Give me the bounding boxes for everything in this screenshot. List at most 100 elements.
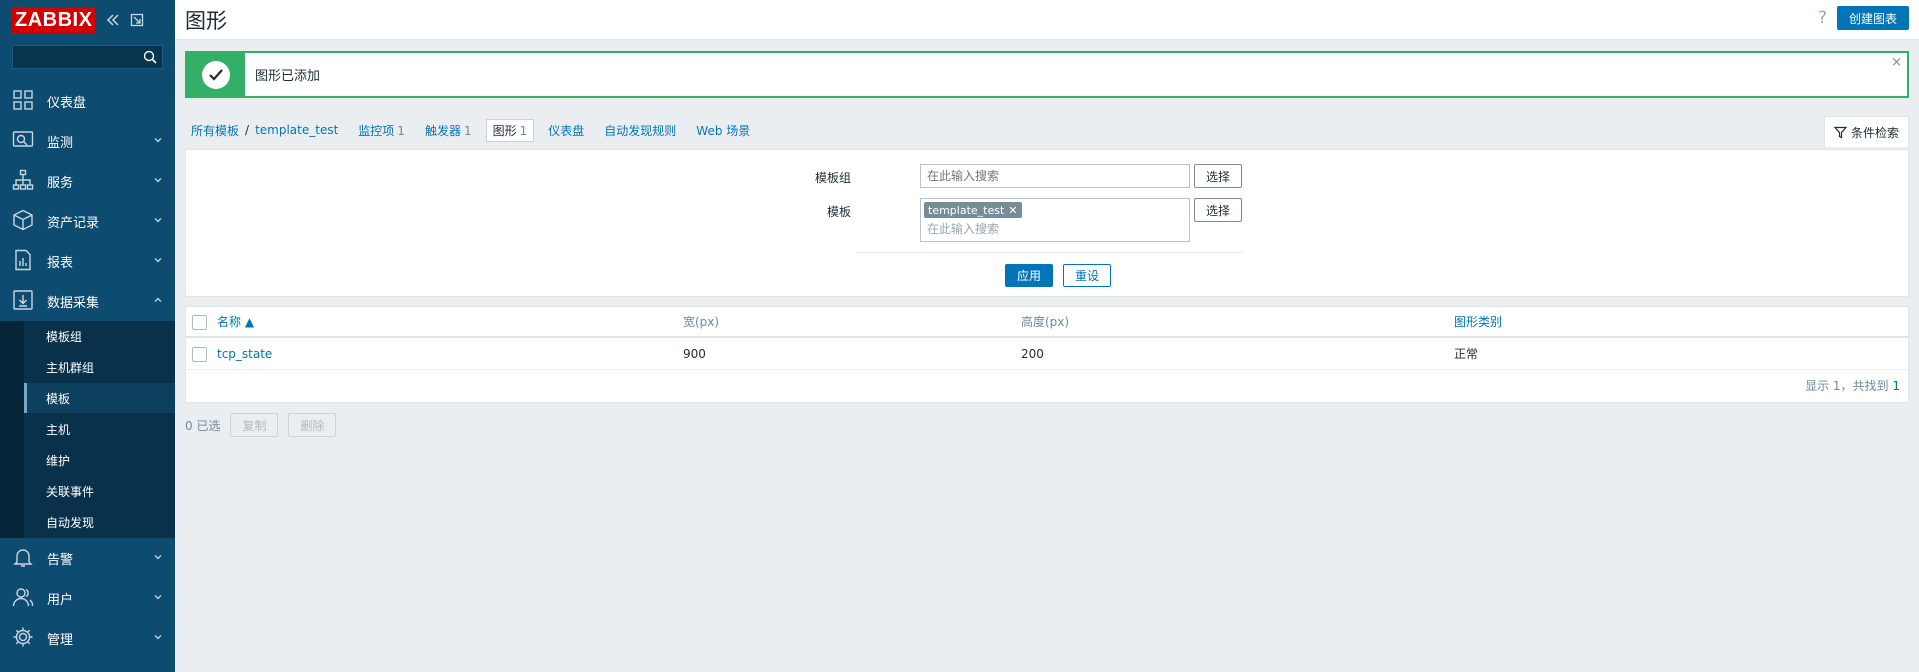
mass-actions: 0 已选 复制 删除 bbox=[185, 413, 337, 437]
main-menu: 仪表盘 监测 服务 资产记录 报表 数据采集 模板组 主机群组 模板 主机 维护… bbox=[0, 81, 175, 658]
tab-label: Web 场景 bbox=[696, 123, 751, 138]
menu-dashboard[interactable]: 仪表盘 bbox=[0, 81, 175, 121]
filter-icon bbox=[1833, 126, 1847, 138]
menu-inventory[interactable]: 资产记录 bbox=[0, 201, 175, 241]
selected-count: 0 已选 bbox=[185, 418, 221, 433]
template-group-select-button[interactable]: 选择 bbox=[1194, 164, 1242, 188]
filter-tab-label: 条件检索 bbox=[1850, 125, 1899, 140]
tab-items[interactable]: 监控项 1 bbox=[352, 120, 411, 141]
chip-label: template_test bbox=[928, 203, 1005, 217]
alerts-icon bbox=[12, 546, 36, 570]
submenu-host-groups[interactable]: 主机群组 bbox=[24, 352, 175, 383]
menu-administration[interactable]: 管理 bbox=[0, 618, 175, 658]
tab-label: 监控项 bbox=[358, 123, 395, 138]
chevron-down-icon bbox=[154, 218, 162, 223]
data-collection-icon bbox=[12, 289, 36, 313]
table-header: 名称 ▲ 宽(px) 高度(px) 图形类别 bbox=[186, 307, 1908, 338]
reports-icon bbox=[12, 249, 36, 273]
chevron-down-icon bbox=[154, 555, 162, 560]
tab-graphs[interactable]: 图形 1 bbox=[485, 118, 535, 142]
selected-template-chip: template_test ✕ bbox=[924, 202, 1022, 218]
help-icon[interactable]: ? bbox=[1818, 8, 1827, 28]
breadcrumb-all-templates[interactable]: 所有模板 bbox=[185, 122, 245, 139]
tab-web-scenarios[interactable]: Web 场景 bbox=[690, 120, 756, 141]
message-text: 图形已添加 bbox=[255, 69, 321, 84]
main-content: 图形 ? 创建图表 图形已添加 × 所有模板 / template_test 监… bbox=[175, 0, 1919, 672]
column-name-header[interactable]: 名称 ▲ bbox=[217, 307, 254, 338]
success-message: 图形已添加 × bbox=[185, 51, 1909, 98]
tab-label: 仪表盘 bbox=[548, 123, 585, 138]
data-collection-submenu: 模板组 主机群组 模板 主机 维护 关联事件 自动发现 bbox=[0, 321, 175, 538]
services-icon bbox=[12, 169, 36, 193]
tab-dashboards[interactable]: 仪表盘 bbox=[542, 120, 590, 141]
submenu-hosts[interactable]: 主机 bbox=[24, 414, 175, 445]
zabbix-logo[interactable]: ZABBIX bbox=[12, 6, 96, 34]
stats-prefix: 显示 1，共找到 bbox=[1805, 379, 1889, 393]
graph-height: 200 bbox=[1021, 347, 1044, 361]
menu-label: 用户 bbox=[47, 592, 74, 608]
column-graph-type-header[interactable]: 图形类别 bbox=[1454, 307, 1502, 338]
menu-users[interactable]: 用户 bbox=[0, 578, 175, 618]
dashboard-icon bbox=[12, 89, 36, 113]
column-width-header: 宽(px) bbox=[683, 315, 720, 329]
template-group-label: 模板组 bbox=[814, 171, 851, 185]
row-checkbox[interactable] bbox=[192, 347, 207, 362]
graph-type: 正常 bbox=[1454, 347, 1479, 361]
tab-count: 1 bbox=[519, 123, 528, 138]
page-header: 图形 ? 创建图表 bbox=[175, 0, 1919, 40]
column-height-header: 高度(px) bbox=[1021, 315, 1070, 329]
menu-alerts[interactable]: 告警 bbox=[0, 538, 175, 578]
menu-label: 管理 bbox=[47, 632, 74, 648]
menu-label: 资产记录 bbox=[47, 215, 100, 231]
chevron-down-icon bbox=[154, 138, 162, 143]
kiosk-mode-icon[interactable] bbox=[129, 12, 145, 28]
success-icon-block bbox=[187, 53, 245, 96]
table-stats: 显示 1，共找到 1 bbox=[1805, 377, 1900, 394]
select-all-checkbox[interactable] bbox=[192, 315, 207, 330]
submenu-template-groups[interactable]: 模板组 bbox=[24, 321, 175, 352]
chevron-down-icon bbox=[154, 635, 162, 640]
template-group-input[interactable] bbox=[920, 164, 1190, 188]
submenu-maintenance[interactable]: 维护 bbox=[24, 445, 175, 476]
template-multiselect[interactable]: template_test ✕ 在此输入搜索 bbox=[920, 198, 1190, 242]
filter-toggle-tab[interactable]: 条件检索 bbox=[1824, 116, 1909, 147]
search-icon[interactable] bbox=[142, 49, 158, 65]
sidebar-search-input[interactable] bbox=[13, 46, 162, 68]
template-select-button[interactable]: 选择 bbox=[1194, 198, 1242, 222]
tab-label: 图形 bbox=[492, 123, 517, 138]
menu-reports[interactable]: 报表 bbox=[0, 241, 175, 281]
table-row: tcp_state 900 200 正常 bbox=[186, 339, 1908, 370]
breadcrumb-template-name[interactable]: template_test bbox=[249, 123, 344, 137]
tab-discovery-rules[interactable]: 自动发现规则 bbox=[598, 120, 682, 141]
monitoring-icon bbox=[12, 129, 36, 153]
chevron-down-icon bbox=[154, 178, 162, 183]
menu-services[interactable]: 服务 bbox=[0, 161, 175, 201]
submenu-templates[interactable]: 模板 bbox=[24, 383, 175, 414]
template-search-placeholder[interactable]: 在此输入搜索 bbox=[924, 220, 1186, 237]
collapse-sidebar-icon[interactable] bbox=[105, 12, 121, 28]
chevron-down-icon bbox=[154, 595, 162, 600]
submenu-discovery[interactable]: 自动发现 bbox=[24, 507, 175, 538]
menu-label: 仪表盘 bbox=[47, 95, 87, 111]
tab-label: 自动发现规则 bbox=[604, 123, 677, 138]
graph-name-link[interactable]: tcp_state bbox=[217, 339, 272, 370]
menu-data-collection[interactable]: 数据采集 bbox=[0, 281, 175, 321]
menu-label: 服务 bbox=[47, 175, 74, 191]
menu-monitoring[interactable]: 监测 bbox=[0, 121, 175, 161]
tab-count: 1 bbox=[397, 123, 405, 138]
sidebar-search bbox=[12, 45, 163, 69]
reset-button[interactable]: 重设 bbox=[1063, 264, 1111, 287]
remove-chip-icon[interactable]: ✕ bbox=[1008, 204, 1017, 217]
create-graph-button[interactable]: 创建图表 bbox=[1836, 6, 1909, 30]
close-icon[interactable]: × bbox=[1891, 55, 1902, 70]
chevron-up-icon bbox=[154, 297, 162, 302]
apply-button[interactable]: 应用 bbox=[1005, 264, 1053, 287]
copy-button[interactable]: 复制 bbox=[230, 413, 279, 437]
inventory-icon bbox=[12, 209, 36, 233]
submenu-event-correlation[interactable]: 关联事件 bbox=[24, 476, 175, 507]
tab-label: 触发器 bbox=[424, 123, 461, 138]
delete-button[interactable]: 删除 bbox=[288, 413, 337, 437]
tab-triggers[interactable]: 触发器 1 bbox=[419, 120, 478, 141]
stats-total: 1 bbox=[1892, 379, 1900, 393]
users-icon bbox=[12, 586, 36, 610]
